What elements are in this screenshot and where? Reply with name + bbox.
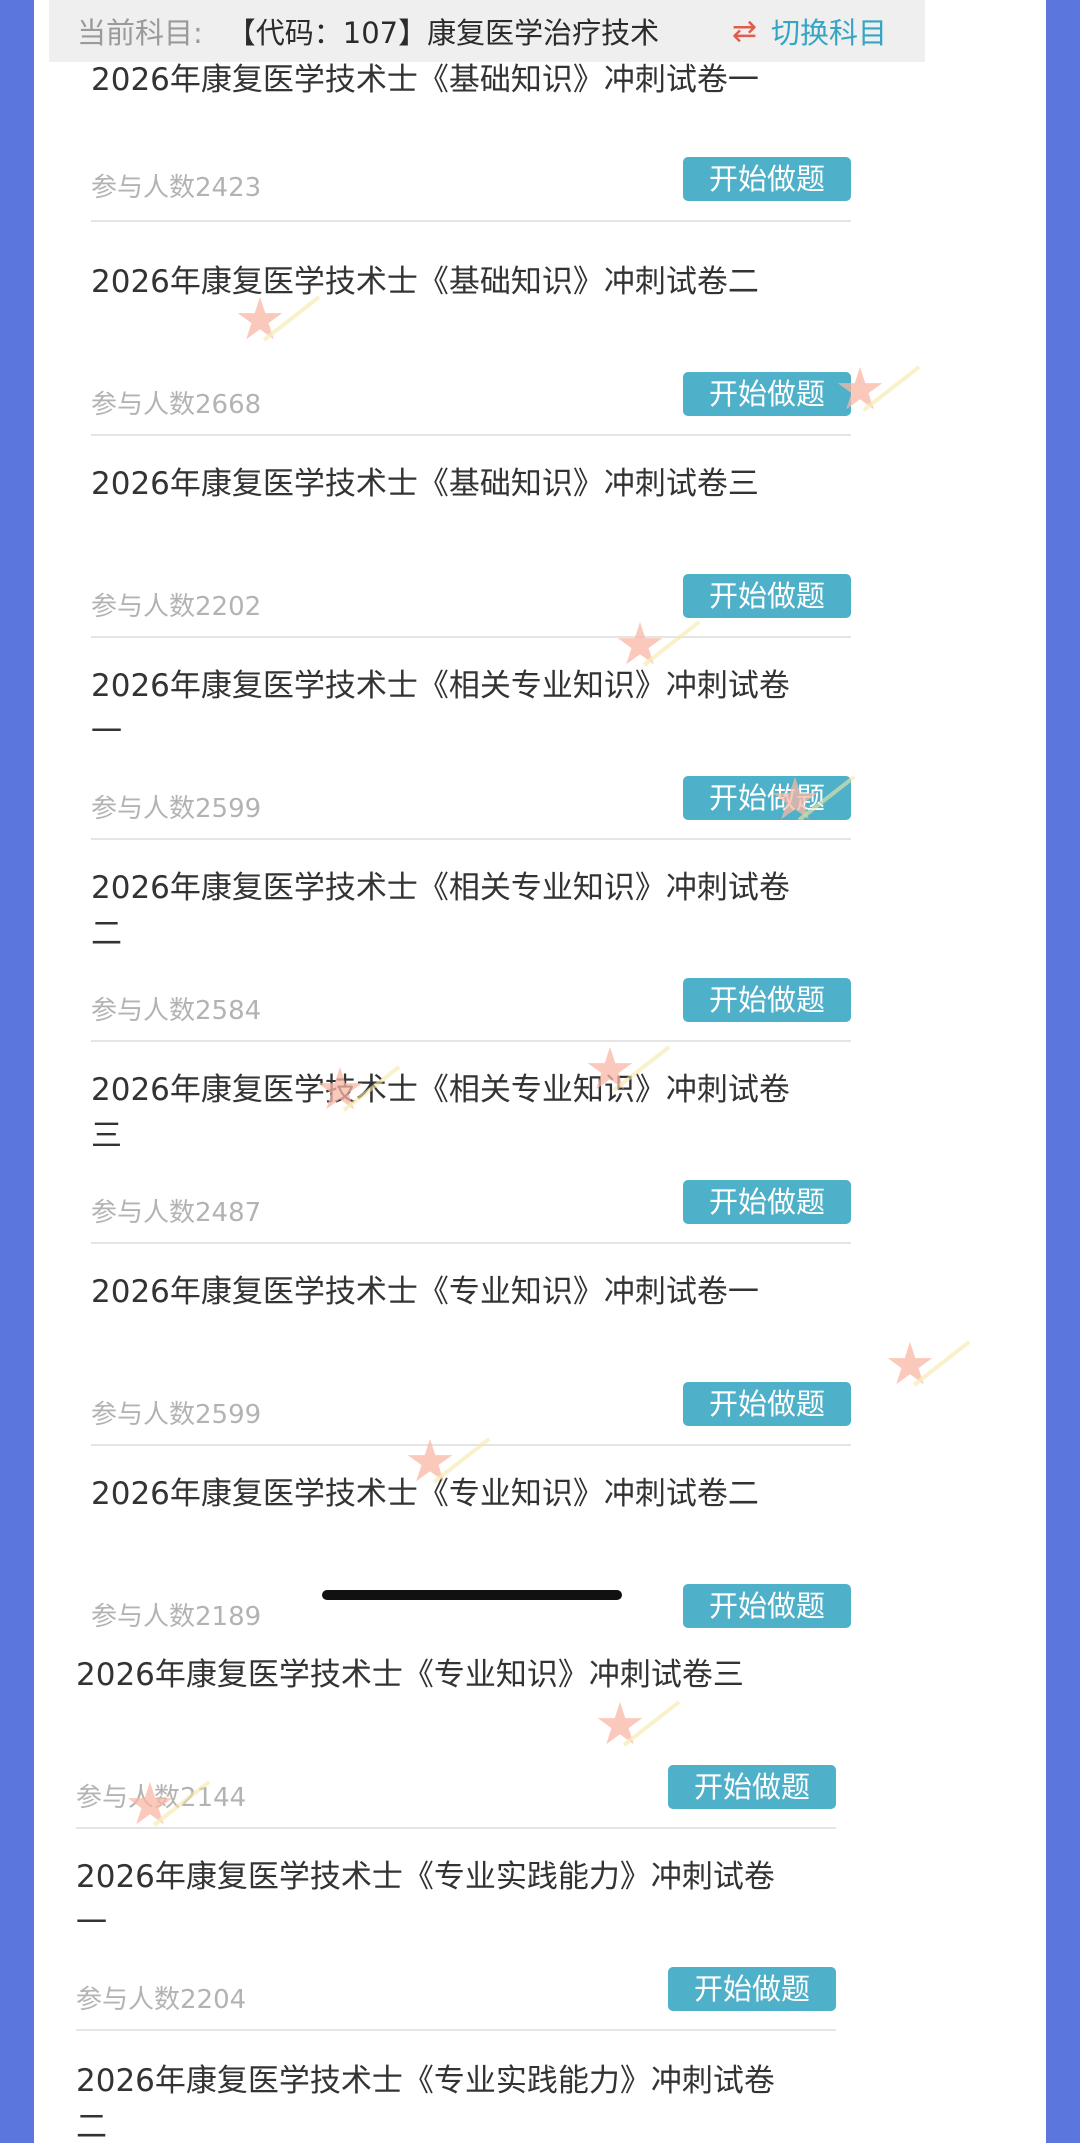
current-subject-name: 【代码：107】康复医学治疗技术 [226,16,660,50]
divider [91,1444,851,1446]
star-sticker-icon: ★ [584,1035,636,1103]
list-item: 2026年康复医学技术士《专业知识》冲刺试卷二 参与人数2189 开始做题 [91,1471,851,1632]
star-sticker-icon: ★ [314,1055,366,1123]
list-item: 2026年康复医学技术士《专业实践能力》冲刺试卷一 参与人数2204 开始做题 [76,1854,836,2031]
participant-count: 参与人数2584 [91,996,262,1026]
list-item: 2026年康复医学技术士《基础知识》冲刺试卷二 参与人数2668 开始做题 [91,259,851,436]
start-quiz-button[interactable]: 开始做题 [683,372,851,416]
home-indicator [322,1590,622,1600]
list-item: 2026年康复医学技术士《相关专业知识》冲刺试卷二 参与人数2584 开始做题 [91,865,851,1042]
item-title: 2026年康复医学技术士《基础知识》冲刺试卷一 [91,62,759,98]
item-title: 2026年康复医学技术士《相关专业知识》冲刺试卷一 [91,668,790,750]
list-item: 2026年康复医学技术士《相关专业知识》冲刺试卷三 参与人数2487 开始做题 [91,1067,851,1244]
divider [91,1040,851,1042]
list-item: 2026年康复医学技术士《基础知识》冲刺试卷三 参与人数2202 开始做题 [91,461,851,638]
start-quiz-button[interactable]: 开始做题 [668,1765,836,1809]
divider [91,636,851,638]
start-quiz-button[interactable]: 开始做题 [683,1180,851,1224]
switch-subject-label: 切换科目 [770,16,887,50]
start-quiz-button[interactable]: 开始做题 [683,1382,851,1426]
star-sticker-icon: ★ [594,1690,646,1758]
star-sticker-icon: ★ [769,765,821,833]
list-item: 2026年康复医学技术士《专业知识》冲刺试卷三 参与人数2144 开始做题 [76,1652,836,1829]
divider [91,434,851,436]
current-subject-label: 当前科目: [77,16,203,50]
switch-subject-button[interactable]: ⇄ 切换科目 [732,10,887,52]
divider [91,838,851,840]
exam-list-panel: 2026年康复医学技术士《基础知识》冲刺试卷一 参与人数2423 开始做题 20… [34,0,1046,2143]
star-sticker-icon: ★ [834,355,886,423]
start-quiz-button[interactable]: 开始做题 [668,1967,836,2011]
list-item: 2026年康复医学技术士《相关专业知识》冲刺试卷一 参与人数2599 开始做题 [91,663,851,840]
divider [76,2029,836,2031]
participant-count: 参与人数2204 [76,1985,247,2015]
participant-count: 参与人数2487 [91,1198,262,1228]
start-quiz-button[interactable]: 开始做题 [683,574,851,618]
star-sticker-icon: ★ [614,610,666,678]
participant-count: 参与人数2189 [91,1602,262,1632]
list-item: 2026年康复医学技术士《专业知识》冲刺试卷一 参与人数2599 开始做题 [91,1269,851,1446]
participant-count: 参与人数2599 [91,1400,262,1430]
item-title: 2026年康复医学技术士《基础知识》冲刺试卷三 [91,466,759,502]
participant-count: 参与人数2668 [91,390,262,420]
star-sticker-icon: ★ [234,285,286,353]
item-title: 2026年康复医学技术士《专业实践能力》冲刺试卷一 [76,1859,775,1941]
subject-header: 当前科目: 【代码：107】康复医学治疗技术 ⇄ 切换科目 [49,0,925,62]
participant-count: 参与人数2599 [91,794,262,824]
item-title: 2026年康复医学技术士《专业知识》冲刺试卷一 [91,1274,759,1310]
participant-count: 参与人数2202 [91,592,262,622]
list-item: 2026年康复医学技术士《专业实践能力》冲刺试卷二 [76,2058,836,2143]
divider [91,1242,851,1244]
swap-arrows-icon: ⇄ [731,13,757,49]
divider [76,1827,836,1829]
item-title: 2026年康复医学技术士《相关专业知识》冲刺试卷三 [91,1072,790,1154]
star-sticker-icon: ★ [124,1770,176,1838]
participant-count: 参与人数2423 [91,173,262,203]
start-quiz-button[interactable]: 开始做题 [683,157,851,201]
star-sticker-icon: ★ [884,1330,936,1398]
start-quiz-button[interactable]: 开始做题 [683,1584,851,1628]
divider [91,220,851,222]
item-title: 2026年康复医学技术士《专业知识》冲刺试卷三 [76,1657,744,1693]
item-title: 2026年康复医学技术士《专业实践能力》冲刺试卷二 [76,2063,775,2143]
start-quiz-button[interactable]: 开始做题 [683,978,851,1022]
item-title: 2026年康复医学技术士《相关专业知识》冲刺试卷二 [91,870,790,952]
list-item: 2026年康复医学技术士《基础知识》冲刺试卷一 参与人数2423 开始做题 [91,57,851,222]
star-sticker-icon: ★ [404,1427,456,1495]
item-title: 2026年康复医学技术士《基础知识》冲刺试卷二 [91,264,759,300]
